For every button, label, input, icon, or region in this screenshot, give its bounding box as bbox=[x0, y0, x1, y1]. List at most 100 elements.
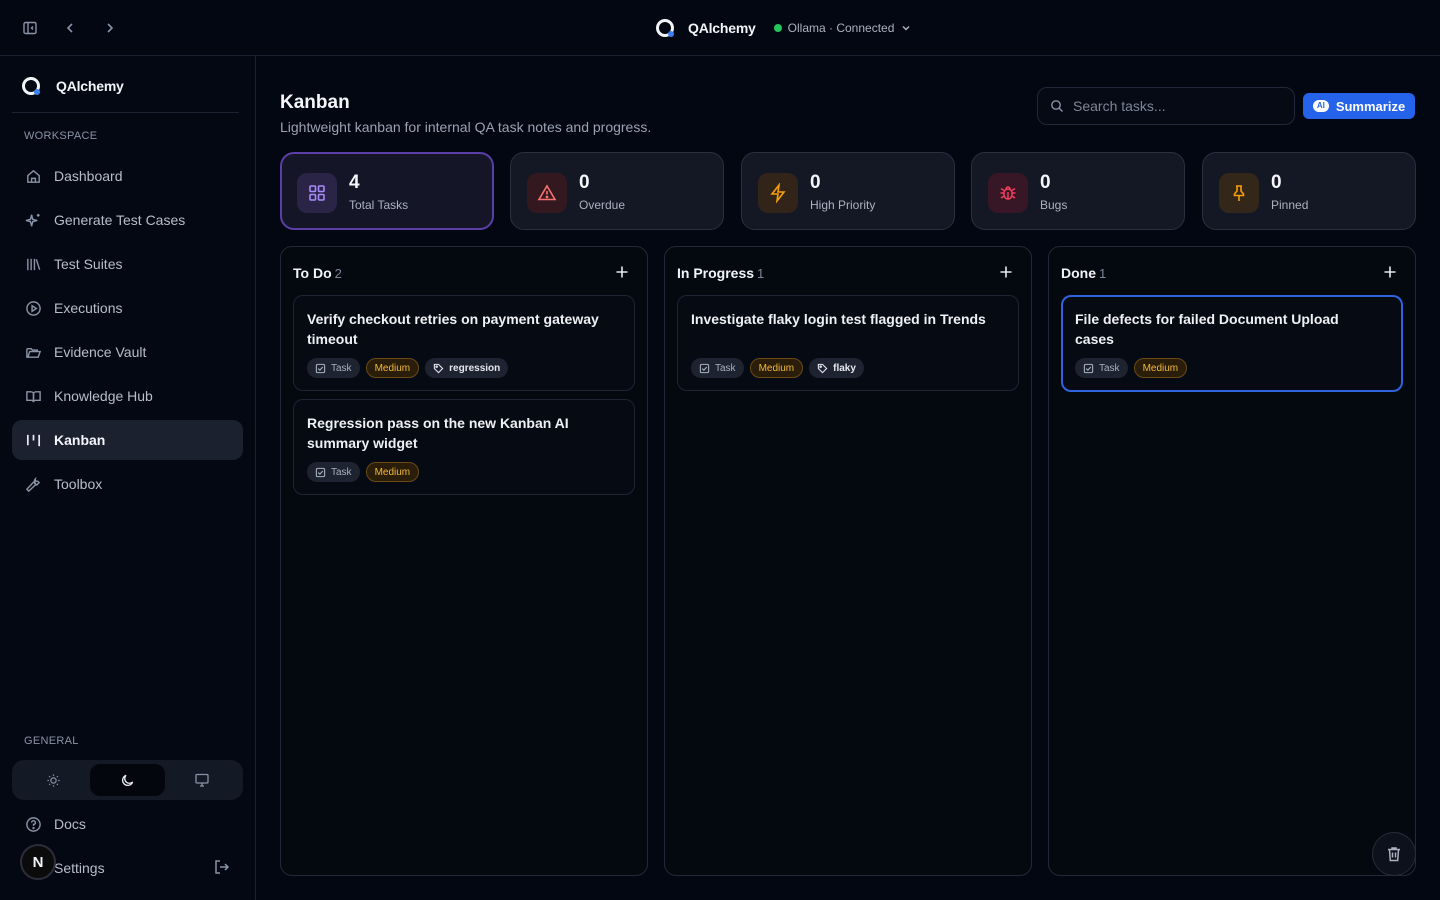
column-title: To Do bbox=[293, 265, 332, 281]
sidebar-item-dashboard[interactable]: Dashboard bbox=[12, 156, 243, 196]
moon-icon bbox=[120, 773, 135, 788]
logout-icon[interactable] bbox=[213, 858, 233, 878]
add-card-button[interactable] bbox=[999, 265, 1015, 281]
search-icon bbox=[1050, 99, 1064, 113]
main-content: Kanban Lightweight kanban for internal Q… bbox=[256, 56, 1440, 900]
stat-card-bugs[interactable]: 0 Bugs bbox=[971, 152, 1185, 230]
sidebar-item-label: Docs bbox=[54, 816, 86, 832]
type-badge: Task bbox=[307, 358, 360, 378]
sidebar-item-label: Kanban bbox=[54, 432, 106, 448]
stat-value: 0 bbox=[810, 172, 821, 193]
search-input[interactable] bbox=[1073, 98, 1283, 114]
brand-name: QAlchemy bbox=[56, 78, 124, 94]
play-circle-icon bbox=[24, 299, 42, 317]
sidebar-divider bbox=[12, 112, 239, 113]
priority-badge: Medium bbox=[749, 358, 804, 378]
folder-open-icon bbox=[24, 343, 42, 361]
label-badge: regression bbox=[425, 358, 509, 378]
type-badge: Task bbox=[1075, 358, 1128, 378]
task-card[interactable]: Verify checkout retries on payment gatew… bbox=[293, 295, 635, 391]
summarize-button[interactable]: AI Summarize bbox=[1303, 93, 1415, 119]
alert-triangle-icon bbox=[527, 173, 567, 213]
theme-dark-option[interactable] bbox=[90, 764, 165, 796]
column-header: Done 1 bbox=[1061, 265, 1106, 281]
task-card[interactable]: File defects for failed Document Upload … bbox=[1061, 295, 1403, 392]
zap-icon bbox=[758, 173, 798, 213]
column-count: 1 bbox=[757, 266, 765, 281]
column-count: 2 bbox=[334, 266, 342, 281]
task-title: Investigate flaky login test flagged in … bbox=[691, 311, 986, 327]
add-card-button[interactable] bbox=[615, 265, 631, 281]
avatar[interactable]: N bbox=[20, 844, 56, 880]
workspace-section-label: WORKSPACE bbox=[24, 130, 98, 142]
brand-logo-icon bbox=[20, 75, 42, 97]
stat-value: 0 bbox=[1040, 172, 1051, 193]
sidebar-toggle-icon[interactable] bbox=[20, 18, 40, 38]
stat-label: Total Tasks bbox=[349, 198, 409, 212]
page-subtitle: Lightweight kanban for internal QA task … bbox=[280, 119, 652, 135]
stat-card-overdue[interactable]: 0 Overdue bbox=[510, 152, 724, 230]
theme-light-option[interactable] bbox=[16, 764, 90, 796]
column-header: To Do 2 bbox=[293, 265, 342, 281]
sidebar-item-label: Evidence Vault bbox=[54, 344, 147, 360]
trash-button[interactable] bbox=[1372, 832, 1416, 876]
sidebar-item-generate-test-cases[interactable]: Generate Test Cases bbox=[12, 200, 243, 240]
stat-value: 0 bbox=[579, 172, 590, 193]
sun-icon bbox=[46, 773, 61, 788]
ai-badge: AI bbox=[1312, 100, 1329, 112]
stat-label: Pinned bbox=[1271, 198, 1309, 212]
column-title: Done bbox=[1061, 265, 1096, 281]
checkbox-icon bbox=[1083, 363, 1094, 374]
sidebar-brand[interactable]: QAlchemy bbox=[20, 75, 124, 97]
stat-card-high-priority[interactable]: 0 High Priority bbox=[741, 152, 955, 230]
back-icon[interactable] bbox=[60, 18, 80, 38]
task-card[interactable]: Investigate flaky login test flagged in … bbox=[677, 295, 1019, 391]
app-logo-icon bbox=[654, 17, 676, 39]
theme-system-option[interactable] bbox=[165, 764, 239, 796]
priority-badge: Medium bbox=[365, 462, 420, 482]
sidebar-item-label: Dashboard bbox=[54, 168, 123, 184]
summarize-label: Summarize bbox=[1335, 98, 1406, 114]
stat-label: High Priority bbox=[810, 198, 876, 212]
type-badge: Task bbox=[307, 462, 360, 482]
sidebar-item-toolbox[interactable]: Toolbox bbox=[12, 464, 243, 504]
stat-value: 4 bbox=[349, 172, 360, 193]
app-header: QAlchemy Ollama · Connected bbox=[654, 16, 912, 40]
sidebar-item-executions[interactable]: Executions bbox=[12, 288, 243, 328]
app-name: QAlchemy bbox=[688, 20, 756, 36]
kanban-column-in-progress: In Progress 1 Investigate flaky login tes… bbox=[664, 246, 1032, 876]
stat-label: Overdue bbox=[579, 198, 626, 212]
task-title: File defects for failed Document Upload … bbox=[1075, 311, 1339, 347]
monitor-icon bbox=[194, 772, 210, 788]
sidebar-item-kanban[interactable]: Kanban bbox=[12, 420, 243, 460]
grid-icon bbox=[297, 173, 337, 213]
task-tags: Task Medium bbox=[1075, 358, 1188, 378]
sidebar-item-knowledge-hub[interactable]: Knowledge Hub bbox=[12, 376, 243, 416]
task-tags: Task Medium regression bbox=[307, 358, 509, 378]
sidebar-item-label: Settings bbox=[54, 860, 105, 876]
task-tags: Task Medium bbox=[307, 462, 420, 482]
stat-card-total-tasks[interactable]: 4 Total Tasks bbox=[280, 152, 494, 230]
column-count: 1 bbox=[1099, 266, 1107, 281]
chevron-down-icon bbox=[900, 22, 912, 34]
sidebar-item-label: Generate Test Cases bbox=[54, 212, 186, 228]
task-tags: Task Medium flaky bbox=[691, 358, 864, 378]
type-badge: Task bbox=[691, 358, 744, 378]
home-icon bbox=[24, 167, 42, 185]
sidebar-item-evidence-vault[interactable]: Evidence Vault bbox=[12, 332, 243, 372]
priority-badge: Medium bbox=[1133, 358, 1188, 378]
page-title: Kanban bbox=[280, 92, 350, 113]
type-badge-label: Task bbox=[331, 466, 352, 478]
stat-value: 0 bbox=[1271, 172, 1282, 193]
add-card-button[interactable] bbox=[1383, 265, 1399, 281]
general-section-label: GENERAL bbox=[24, 735, 79, 747]
tag-icon bbox=[817, 363, 828, 374]
sidebar-item-docs[interactable]: Docs bbox=[12, 804, 243, 844]
forward-icon[interactable] bbox=[100, 18, 120, 38]
search-box[interactable] bbox=[1037, 87, 1295, 125]
stat-card-pinned[interactable]: 0 Pinned bbox=[1202, 152, 1416, 230]
model-status-dropdown[interactable]: Ollama · Connected bbox=[773, 21, 913, 35]
task-card[interactable]: Regression pass on the new Kanban AI sum… bbox=[293, 399, 635, 495]
tag-icon bbox=[433, 363, 444, 374]
sidebar-item-test-suites[interactable]: Test Suites bbox=[12, 244, 243, 284]
